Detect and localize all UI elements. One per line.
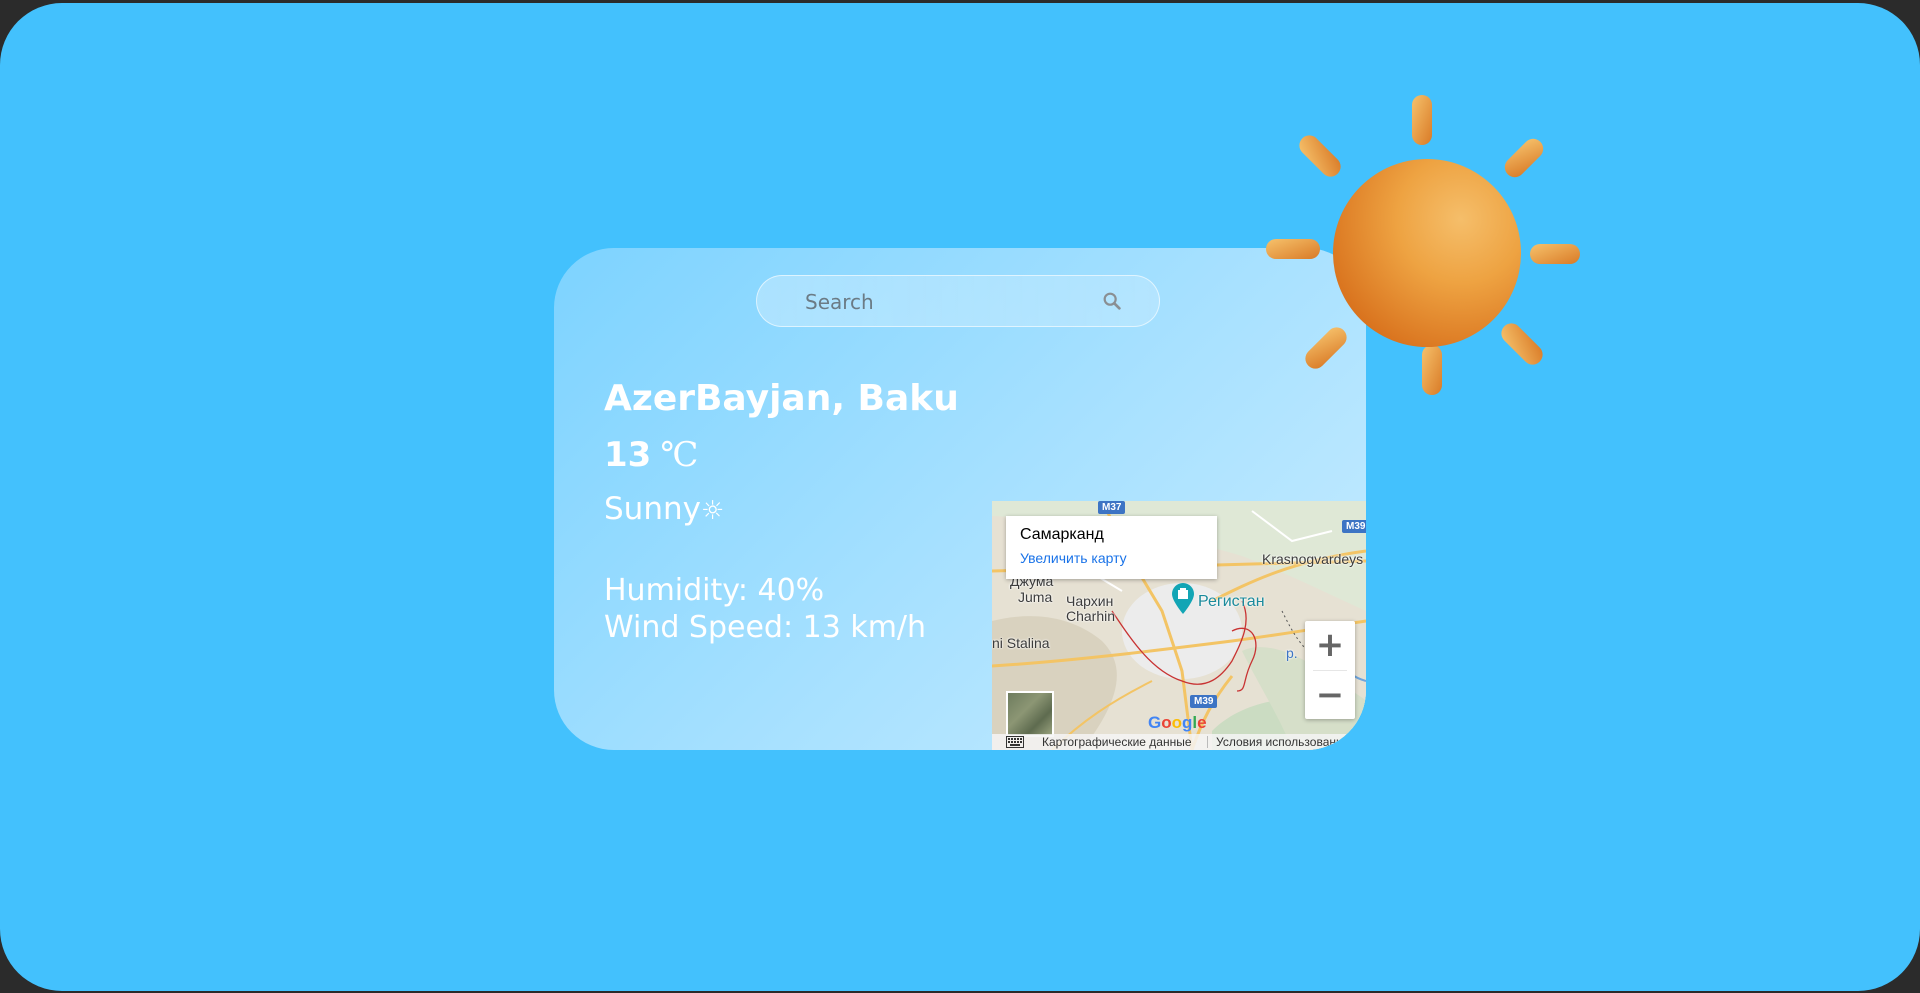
weather-condition: Sunny☼: [604, 491, 724, 527]
search-input[interactable]: [803, 276, 1097, 328]
temperature-row: 13 ℃: [604, 435, 698, 475]
zoom-out-button[interactable]: −: [1305, 671, 1355, 719]
app-background: AzerBayjan, Baku 13 ℃ Sunny☼ Humidity: 4…: [0, 3, 1920, 991]
map-data-link[interactable]: Картографические данные: [1042, 735, 1192, 749]
map-label-stalina: ni Stalina: [992, 635, 1050, 651]
weather-card: AzerBayjan, Baku 13 ℃ Sunny☼ Humidity: 4…: [554, 248, 1366, 750]
map-label-charhin: Charhin: [1066, 608, 1116, 624]
map-footer: Картографические данные Условия использо…: [992, 734, 1366, 750]
satellite-toggle-button[interactable]: [1006, 691, 1054, 737]
google-map[interactable]: M37 M39 M39 Krasnogvardeys Джума Juma Ча…: [992, 501, 1366, 750]
zoom-in-button[interactable]: +: [1305, 621, 1355, 669]
info-window-title: Самарканд: [1020, 526, 1104, 543]
map-label-krasnogvardeys: Krasnogvardeys: [1262, 551, 1364, 567]
map-label-registan[interactable]: Регистан: [1198, 593, 1265, 611]
temperature-value: 13: [604, 435, 652, 475]
map-label-juma: Juma: [1018, 589, 1053, 605]
sun-illustration-icon: [1266, 95, 1580, 395]
map-label-river: р.: [1286, 645, 1298, 661]
footer-divider: [1207, 736, 1208, 748]
zoom-controls: + −: [1305, 621, 1355, 719]
keyboard-icon[interactable]: [1006, 736, 1024, 748]
map-info-window: Самарканд Увеличить карту: [1006, 516, 1217, 579]
google-logo-text: Google: [1148, 713, 1207, 732]
temperature-unit: ℃: [660, 435, 699, 475]
road-badge-m37: M37: [1098, 501, 1126, 514]
sun-icon: ☼: [700, 496, 725, 526]
condition-label: Sunny: [604, 491, 701, 527]
location-pin-icon[interactable]: [1170, 583, 1196, 615]
road-badge-m39: M39: [1190, 695, 1218, 708]
wind-speed-text: Wind Speed: 13 km/h: [604, 610, 927, 645]
location-name: AzerBayjan, Baku: [604, 378, 959, 419]
enlarge-map-link[interactable]: Увеличить карту: [1020, 550, 1127, 566]
humidity-text: Humidity: 40%: [604, 573, 825, 608]
road-badge-m39: M39: [1342, 520, 1366, 533]
map-label-charkhin: Чархин: [1066, 593, 1114, 609]
terms-of-use-link[interactable]: Условия использования: [1216, 735, 1349, 749]
search-box: [756, 275, 1160, 328]
search-icon[interactable]: [1101, 290, 1123, 312]
google-logo: Google: [1148, 713, 1207, 733]
